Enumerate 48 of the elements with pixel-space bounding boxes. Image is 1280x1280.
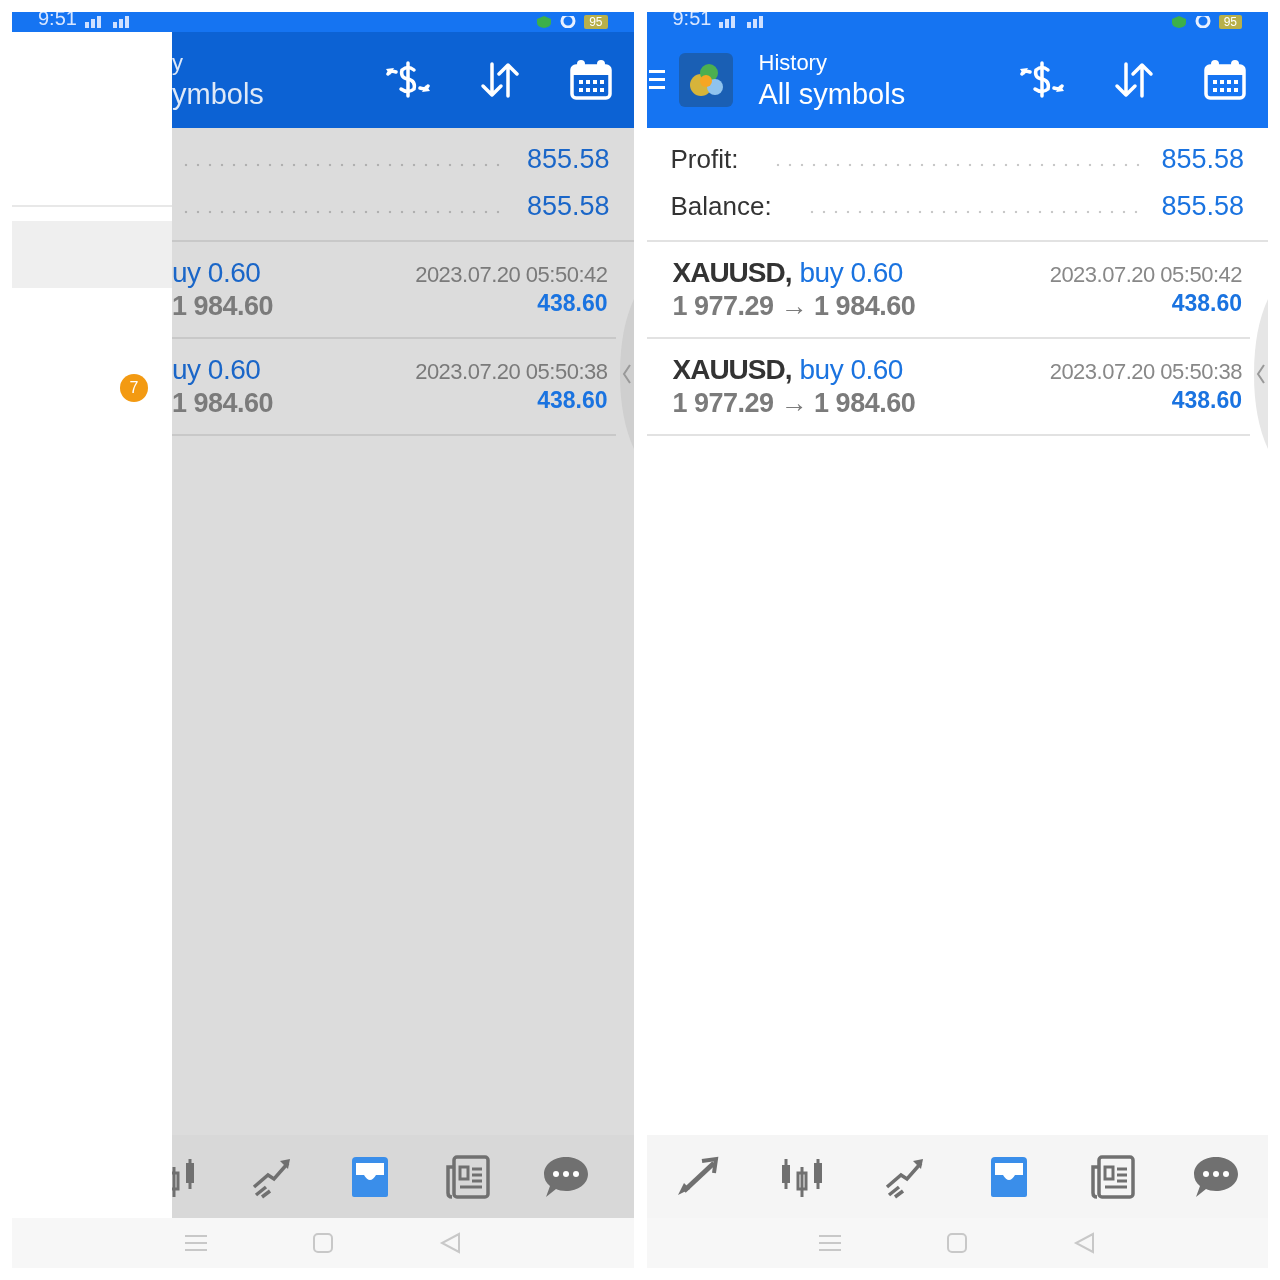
deal-time: 2023.07.20 05:50:38: [415, 359, 608, 385]
news-icon[interactable]: [1088, 1152, 1137, 1201]
deal-side: buy 0.60: [799, 354, 903, 386]
screen-title: History: [758, 49, 828, 76]
deal-side: uy 0.60: [172, 257, 261, 289]
summary-value: 855.58: [1161, 191, 1244, 222]
sort-icon[interactable]: [479, 62, 520, 98]
sort-icon[interactable]: [1114, 62, 1154, 98]
deal-symbol: XAUUSD,: [672, 257, 792, 289]
deal-side: buy 0.60: [799, 257, 903, 289]
summary-label: Balance:: [670, 191, 772, 222]
calendar-icon[interactable]: [1204, 60, 1246, 100]
filter-label[interactable]: All symbols: [758, 77, 906, 111]
shield-icon: [536, 16, 553, 28]
deal-profit: 438.60: [537, 387, 608, 414]
dollar-exchange-icon[interactable]: [385, 60, 430, 100]
deal-side: uy 0.60: [172, 354, 261, 386]
deal-prices: 1 984.60: [172, 388, 274, 419]
deal-prices: 1 984.60: [172, 291, 274, 322]
deal-row[interactable]: XAUUSD, buy 0.60 1 977.29 → 1 984.60 2023.07.20 05:50:42 438.60: [646, 242, 1250, 339]
deal-time: 2023.07.20 05:50:42: [415, 262, 608, 288]
deal-time: 2023.07.20 05:50:38: [1049, 359, 1242, 385]
deal-prices: 1 977.29 → 1 984.60: [672, 388, 916, 419]
status-time: 9:51: [672, 12, 712, 28]
deal-row[interactable]: XAUUSD, buy 0.60 1 977.29 → 1 984.60 2023.07.20 05:50:38 438.60: [646, 339, 1250, 436]
menu-icon[interactable]: [648, 68, 665, 92]
deal-symbol: XAUUSD,: [672, 354, 792, 386]
filter-label[interactable]: ymbols: [172, 77, 264, 111]
screen-title: y: [172, 49, 184, 76]
summary-value: 855.58: [526, 144, 610, 175]
deal-profit: 438.60: [1171, 387, 1242, 414]
summary-value: 855.58: [526, 191, 610, 222]
summary-value: 855.58: [1161, 144, 1244, 175]
calendar-icon[interactable]: [569, 60, 612, 100]
status-time: 9:51: [38, 12, 77, 28]
battery-level: 95: [1218, 15, 1242, 29]
summary-label: Profit:: [670, 144, 739, 175]
dollar-exchange-icon[interactable]: [1020, 60, 1064, 100]
battery-level: 95: [584, 15, 608, 29]
deal-time: 2023.07.20 05:50:42: [1049, 262, 1242, 288]
deal-profit: 438.60: [1171, 290, 1242, 317]
deal-row[interactable]: uy 0.60 1 984.60 2023.07.20 05:50:38 438.60: [172, 339, 616, 436]
deal-row[interactable]: uy 0.60 1 984.60 2023.07.20 05:50:42 438.60: [172, 242, 616, 339]
count-badge: 7: [120, 374, 148, 402]
news-icon[interactable]: [443, 1152, 492, 1201]
deal-prices: 1 977.29 → 1 984.60: [672, 291, 916, 322]
shield-icon: [1170, 16, 1187, 28]
deal-profit: 438.60: [537, 290, 608, 317]
